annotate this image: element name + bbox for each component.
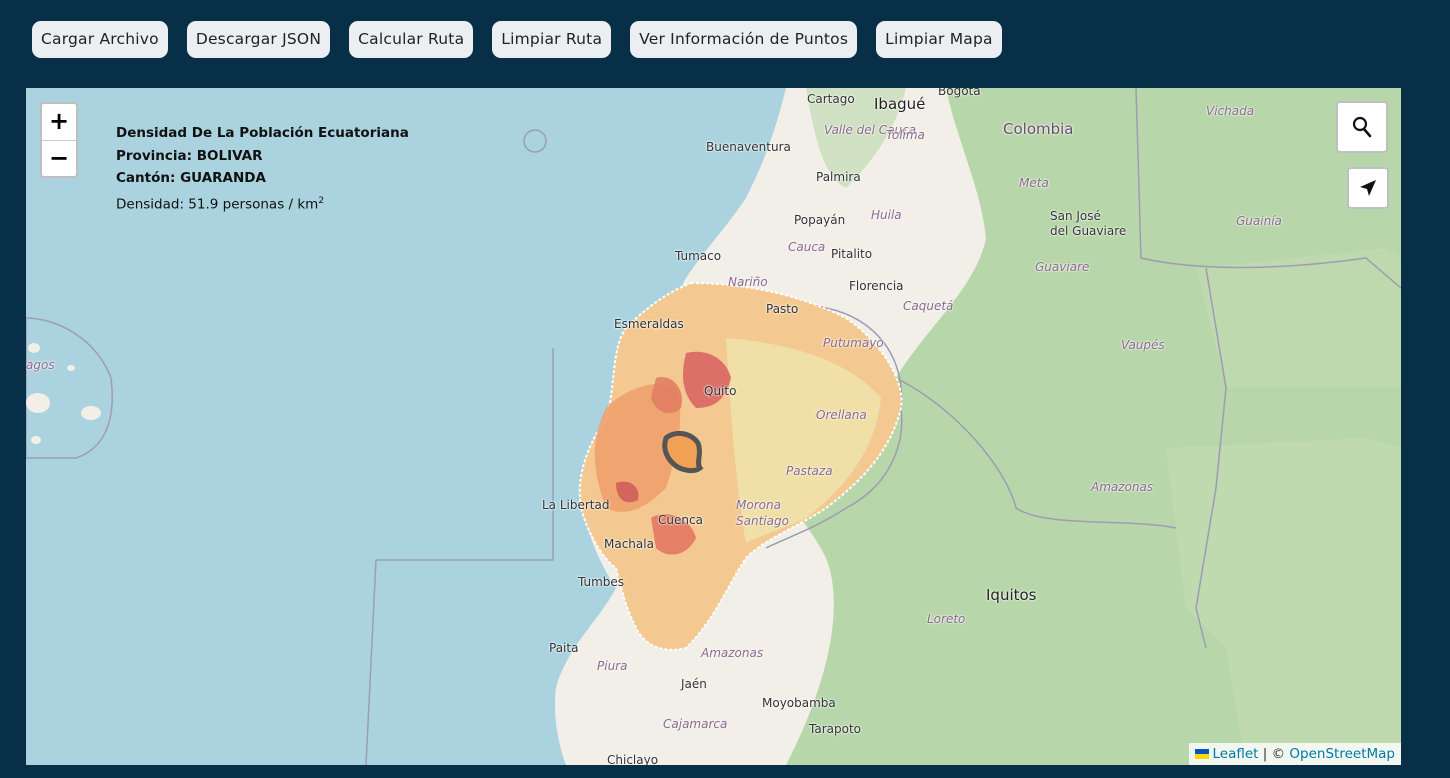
zoom-in-button[interactable]: + xyxy=(42,104,76,141)
map-label-jaen: Jaén xyxy=(681,677,707,691)
map-label-sanjose-1: San José xyxy=(1050,209,1101,223)
map-search-button[interactable] xyxy=(1336,101,1388,153)
map-label-amazonas-south: Amazonas xyxy=(701,646,764,660)
map-label-narino: Nariño xyxy=(728,275,768,289)
map-label-huila: Huila xyxy=(871,208,902,222)
map-label-colombia: Colombia xyxy=(1003,120,1074,138)
map-label-santiago: Santiago xyxy=(736,514,789,528)
info-density-text: Densidad: 51.9 personas / km xyxy=(116,196,319,212)
toolbar: Cargar Archivo Descargar JSON Calcular R… xyxy=(32,21,1002,58)
map-label-orellana: Orellana xyxy=(816,408,867,422)
map-label-paita: Paita xyxy=(549,641,579,655)
map-label-morona: Morona xyxy=(736,498,781,512)
map-label-loreto: Loreto xyxy=(927,612,966,626)
info-density: Densidad: 51.9 personas / km2 xyxy=(116,190,409,216)
info-density-unit-exp: 2 xyxy=(318,195,325,206)
map-label-florencia: Florencia xyxy=(849,279,904,293)
map-label-bogota: Bogota xyxy=(938,88,981,98)
map-label-pitalito: Pitalito xyxy=(831,247,873,261)
map-label-la-libertad: La Libertad xyxy=(542,498,610,512)
map-label-tumaco: Tumaco xyxy=(675,249,722,263)
map-label-cuenca: Cuenca xyxy=(658,513,703,527)
map-label-ibague: Ibagué xyxy=(874,95,926,113)
map-label-cajamarca: Cajamarca xyxy=(663,717,728,731)
density-info-panel: Densidad De La Población Ecuatoriana Pro… xyxy=(116,122,409,216)
map-label-chiclayo: Chiclayo xyxy=(607,753,659,765)
zoom-control: + − xyxy=(40,102,78,178)
attribution-separator: | © xyxy=(1258,746,1290,762)
search-icon xyxy=(1352,116,1372,138)
map-label-vaupes: Vaupés xyxy=(1121,338,1165,352)
map-attribution: Leaflet | © OpenStreetMap xyxy=(1188,743,1401,765)
map-label-quito: Quito xyxy=(704,384,737,398)
map-label-sanjose-2: del Guaviare xyxy=(1050,224,1127,238)
ukraine-flag-icon xyxy=(1194,749,1209,759)
map-label-buenaventura: Buenaventura xyxy=(706,140,791,154)
map-label-vichada: Vichada xyxy=(1206,104,1255,118)
map-label-esmeraldas: Esmeraldas xyxy=(614,317,684,331)
map-label-amazonas-north: Amazonas xyxy=(1091,480,1154,494)
locate-me-button[interactable] xyxy=(1347,167,1389,209)
leaflet-link[interactable]: Leaflet xyxy=(1213,746,1259,762)
map-label-machala: Machala xyxy=(604,537,654,551)
map-label-piura: Piura xyxy=(597,659,628,673)
map-label-palmira: Palmira xyxy=(816,170,861,184)
map-label-guainia: Guainía xyxy=(1236,214,1282,228)
view-points-info-button[interactable]: Ver Información de Puntos xyxy=(630,21,858,58)
map-label-tumbes: Tumbes xyxy=(578,575,625,589)
info-province: Provincia: BOLIVAR xyxy=(116,147,263,164)
map-label-pastaza: Pastaza xyxy=(786,464,833,478)
map-label-tarapoto: Tarapoto xyxy=(809,722,861,736)
map-label-iquitos: Iquitos xyxy=(986,586,1037,604)
map-label-pasto: Pasto xyxy=(766,302,799,316)
map-label-popayan: Popayán xyxy=(794,213,846,227)
info-canton: Cantón: GUARANDA xyxy=(116,170,266,186)
map-label-meta: Meta xyxy=(1019,176,1049,190)
openstreetmap-link[interactable]: OpenStreetMap xyxy=(1289,746,1395,762)
navigation-arrow-icon xyxy=(1360,180,1376,196)
map-label-caqueta: Caquetá xyxy=(903,299,954,313)
map-label-tolima: Tolima xyxy=(886,128,925,142)
map-label-guaviare: Guaviare xyxy=(1035,260,1090,274)
clear-map-button[interactable]: Limpiar Mapa xyxy=(876,21,1002,58)
map-label-putumayo: Putumayo xyxy=(823,336,884,350)
map-label-moyobamba: Moyobamba xyxy=(762,696,836,710)
load-file-button[interactable]: Cargar Archivo xyxy=(32,21,168,58)
map-label-galapagos: agos xyxy=(26,358,55,372)
map-label-cauca: Cauca xyxy=(788,240,826,254)
map-label-cartago: Cartago xyxy=(807,92,855,106)
info-title: Densidad De La Población Ecuatoriana xyxy=(116,125,409,141)
clear-route-button[interactable]: Limpiar Ruta xyxy=(492,21,612,58)
download-json-button[interactable]: Descargar JSON xyxy=(186,21,331,58)
calculate-route-button[interactable]: Calcular Ruta xyxy=(349,21,474,58)
zoom-out-button[interactable]: − xyxy=(42,141,76,177)
map-canvas[interactable]: Cartago Ibagué Bogota Valle del Cauca To… xyxy=(26,88,1401,765)
